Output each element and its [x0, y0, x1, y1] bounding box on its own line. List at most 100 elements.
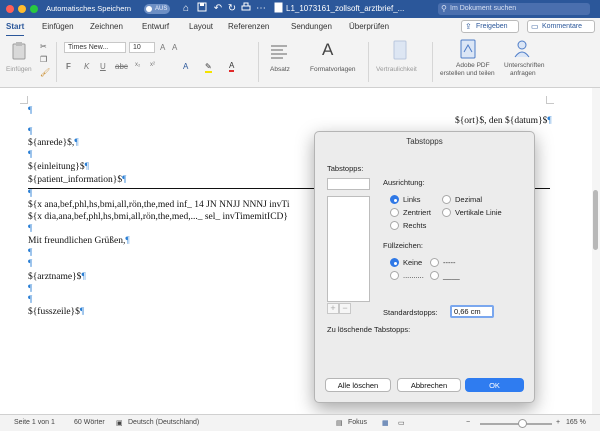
tab-zeichnen[interactable]: Zeichnen — [90, 22, 123, 31]
font-color-icon[interactable]: A — [229, 61, 235, 72]
proofing-icon[interactable]: ▣ — [116, 419, 123, 427]
focus-icon[interactable]: ▤ — [336, 419, 343, 427]
leader-line-label[interactable]: ____ — [443, 271, 460, 280]
align-left-radio[interactable] — [390, 195, 399, 204]
redo-icon[interactable]: ↻ — [226, 2, 238, 15]
close-window-button[interactable] — [6, 5, 14, 13]
print-layout-icon[interactable]: ▦ — [382, 419, 389, 427]
superscript-icon[interactable]: x² — [150, 62, 155, 68]
add-tabstop-button[interactable]: + — [327, 303, 339, 314]
vertical-scrollbar[interactable] — [592, 88, 600, 414]
zoom-out-icon[interactable]: − — [466, 419, 470, 426]
leader-line-radio[interactable] — [430, 271, 439, 280]
leader-none-label[interactable]: Keine — [403, 258, 422, 267]
tab-referenzen[interactable]: Referenzen — [228, 22, 269, 31]
leader-dash-label[interactable]: ----- — [443, 258, 456, 267]
leader-dash-radio[interactable] — [430, 258, 439, 267]
paragraph-label[interactable]: Absatz — [270, 66, 290, 73]
styles-label[interactable]: Formatvorlagen — [310, 66, 356, 73]
search-input[interactable]: ⚲ Im Dokument suchen — [438, 3, 590, 15]
focus-button[interactable]: Fokus — [348, 419, 367, 426]
ok-button[interactable]: OK — [465, 378, 524, 392]
align-decimal-radio[interactable] — [442, 195, 451, 204]
share-button[interactable]: ⇪ Freigeben — [461, 20, 519, 33]
cancel-button[interactable]: Abbrechen — [397, 378, 461, 392]
paragraph-icon[interactable] — [269, 42, 289, 64]
align-center-label[interactable]: Zentriert — [403, 208, 431, 217]
adobe-pdf-label-2[interactable]: erstellen und teilen — [440, 70, 495, 77]
bold-icon[interactable]: F — [66, 62, 71, 71]
tabstop-list[interactable] — [327, 196, 370, 302]
align-right-radio[interactable] — [390, 221, 399, 230]
format-painter-icon[interactable]: 🖌 — [40, 68, 50, 77]
minimize-window-button[interactable] — [18, 5, 26, 13]
salutation-line[interactable]: ${anrede}$,¶ — [28, 138, 79, 148]
tabstop-position-input[interactable] — [327, 178, 370, 190]
zoom-window-button[interactable] — [30, 5, 38, 13]
autosave-toggle[interactable]: AUS — [144, 4, 170, 14]
italic-icon[interactable]: K — [84, 62, 89, 71]
patient-information-line[interactable]: ${patient_information}$¶ — [28, 175, 126, 185]
zoom-in-icon[interactable]: + — [556, 419, 560, 426]
template-line-anamnesis[interactable]: ${x ana,bef,phl,hs,bmi,all,rön,the,med i… — [28, 200, 290, 210]
align-left-label[interactable]: Links — [403, 195, 421, 204]
tab-start[interactable]: Start — [6, 22, 25, 37]
paragraph-mark: ¶ — [28, 106, 33, 116]
signature-label-1[interactable]: Unterschriften — [504, 62, 544, 69]
tab-entwurf[interactable]: Entwurf — [142, 22, 169, 31]
tab-layout[interactable]: Layout — [189, 22, 213, 31]
tab-sendungen[interactable]: Sendungen — [291, 22, 332, 31]
alignment-label: Ausrichtung: — [383, 178, 425, 187]
styles-icon[interactable]: A — [322, 40, 333, 60]
web-layout-icon[interactable]: ▭ — [398, 419, 405, 427]
cut-icon[interactable]: ✂ — [40, 42, 47, 51]
grow-font-icon[interactable]: A — [160, 43, 165, 52]
align-right-label[interactable]: Rechts — [403, 221, 426, 230]
home-icon[interactable]: ⌂ — [180, 2, 192, 15]
adobe-pdf-icon[interactable] — [460, 39, 476, 61]
comments-button[interactable]: ▭ Kommentare — [527, 20, 595, 33]
leader-dot-label[interactable]: .......... — [403, 271, 424, 280]
align-center-radio[interactable] — [390, 208, 399, 217]
highlight-icon[interactable]: ✎ — [205, 62, 212, 73]
delete-all-button[interactable]: Alle löschen — [325, 378, 391, 392]
closing-line[interactable]: Mit freundlichen Grüßen,¶ — [28, 236, 130, 246]
tab-einfuegen[interactable]: Einfügen — [42, 22, 74, 31]
save-icon[interactable] — [196, 2, 208, 15]
adobe-pdf-label-1[interactable]: Adobe PDF — [456, 62, 490, 69]
zoom-level[interactable]: 165 % — [566, 419, 586, 426]
template-line-diagnosis[interactable]: ${x dia,ana,bef,phl,hs,bmi,all,rön,the,m… — [28, 212, 288, 222]
place-date-line[interactable]: ${ort}$, den ${datum}$¶ — [455, 116, 552, 126]
language-status[interactable]: Deutsch (Deutschland) — [128, 419, 199, 426]
zoom-slider-knob[interactable] — [518, 419, 527, 428]
footer-line[interactable]: ${fusszeile}$¶ — [28, 307, 84, 317]
align-bar-label[interactable]: Vertikale Linie — [455, 208, 502, 217]
subscript-icon[interactable]: x₂ — [135, 62, 140, 68]
align-bar-radio[interactable] — [442, 208, 451, 217]
leader-none-radio[interactable] — [390, 258, 399, 267]
text-effects-icon[interactable]: A — [183, 62, 188, 71]
undo-icon[interactable]: ↶ — [212, 2, 224, 15]
signature-request-icon[interactable] — [513, 39, 531, 61]
font-name-select[interactable]: Times New... — [64, 42, 126, 53]
shrink-font-icon[interactable]: A — [172, 43, 177, 52]
underline-icon[interactable]: U — [100, 62, 106, 71]
font-size-select[interactable]: 10 — [129, 42, 155, 53]
doctor-name-line[interactable]: ${arztname}$¶ — [28, 272, 86, 282]
print-icon[interactable] — [240, 2, 252, 15]
margin-mark-right — [546, 96, 554, 104]
tab-ueberpruefen[interactable]: Überprüfen — [349, 22, 389, 31]
remove-tabstop-button[interactable]: − — [339, 303, 351, 314]
scrollbar-thumb[interactable] — [593, 190, 598, 250]
paste-icon[interactable] — [10, 41, 30, 61]
more-icon[interactable]: ⋯ — [255, 2, 267, 15]
strikethrough-icon[interactable]: abc — [115, 62, 128, 71]
align-decimal-label[interactable]: Dezimal — [455, 195, 482, 204]
introduction-line[interactable]: ${einleitung}$¶ — [28, 162, 89, 172]
copy-icon[interactable]: ❐ — [40, 55, 47, 64]
default-stops-input[interactable]: 0,66 cm — [450, 305, 494, 318]
zoom-slider[interactable] — [480, 423, 552, 425]
word-count[interactable]: 60 Wörter — [74, 419, 105, 426]
signature-label-2[interactable]: anfragen — [510, 70, 536, 77]
leader-dot-radio[interactable] — [390, 271, 399, 280]
